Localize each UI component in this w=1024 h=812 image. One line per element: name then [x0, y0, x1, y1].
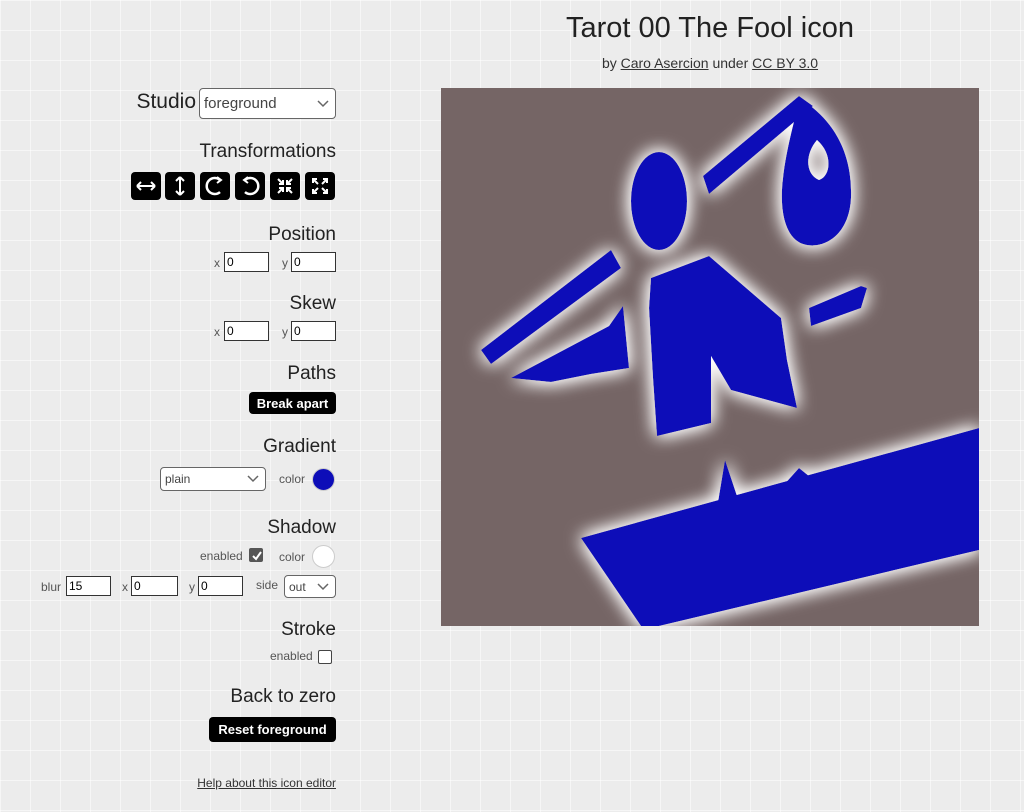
blur-label: blur	[41, 580, 62, 594]
position-x-label: x	[214, 256, 220, 270]
back-to-zero-label: Back to zero	[230, 686, 336, 707]
flip-horizontal-icon	[136, 181, 156, 191]
skew-label: Skew	[289, 293, 336, 314]
position-x-input[interactable]	[224, 252, 269, 272]
skew-y-label: y	[282, 325, 288, 339]
shadow-enabled-label: enabled	[200, 549, 243, 563]
stroke-label: Stroke	[281, 619, 336, 640]
stroke-enabled-checkbox[interactable]	[318, 650, 332, 664]
rotate-counterclockwise-button[interactable]	[235, 172, 265, 200]
chevron-down-icon	[247, 475, 259, 483]
attribution: by Caro Asercion under CC BY 3.0	[440, 55, 980, 71]
flip-vertical-icon	[175, 176, 185, 196]
position-y-label: y	[282, 256, 288, 270]
skew-x-label: x	[214, 325, 220, 339]
attribution-by: by	[601, 55, 617, 71]
side-label: side	[256, 578, 279, 592]
reset-foreground-button[interactable]: Reset foreground	[209, 717, 336, 742]
gradient-color-swatch[interactable]	[312, 468, 335, 491]
stroke-enabled-label: enabled	[270, 649, 313, 663]
chevron-down-icon	[317, 582, 329, 590]
author-link[interactable]: Caro Asercion	[621, 55, 709, 71]
side-select-value: out	[289, 579, 306, 594]
license-link[interactable]: CC BY 3.0	[752, 55, 818, 71]
gradient-label: Gradient	[263, 436, 336, 457]
rotate-clockwise-button[interactable]	[200, 172, 230, 200]
studio-select-value: foreground	[204, 95, 277, 112]
chevron-down-icon	[317, 99, 329, 107]
skew-x-input[interactable]	[224, 321, 269, 341]
blur-input[interactable]	[66, 576, 111, 596]
flip-horizontal-button[interactable]	[131, 172, 161, 200]
studio-label: Studio	[136, 90, 196, 113]
side-select[interactable]: out	[284, 575, 336, 598]
position-y-input[interactable]	[291, 252, 336, 272]
rotate-clockwise-icon	[205, 176, 223, 196]
shadow-color-swatch[interactable]	[312, 545, 335, 568]
shadow-x-label: x	[122, 580, 128, 594]
shadow-y-label: y	[189, 580, 195, 594]
break-apart-button[interactable]: Break apart	[249, 392, 336, 414]
gradient-color-label: color	[279, 472, 306, 486]
shadow-enabled-checkbox[interactable]	[249, 548, 263, 562]
gradient-select[interactable]: plain	[160, 467, 266, 491]
shadow-x-input[interactable]	[131, 576, 178, 596]
shrink-button[interactable]	[270, 172, 300, 200]
shrink-icon	[277, 178, 293, 194]
attribution-under: under	[712, 55, 749, 71]
page-title: Tarot 00 The Fool icon	[565, 12, 855, 44]
studio-select[interactable]: foreground	[199, 88, 336, 119]
expand-button[interactable]	[305, 172, 335, 200]
shadow-y-input[interactable]	[198, 576, 243, 596]
shadow-color-label: color	[279, 550, 306, 564]
gradient-select-value: plain	[165, 472, 191, 486]
icon-preview	[441, 88, 979, 626]
tarot-fool-icon	[441, 88, 979, 626]
position-label: Position	[268, 224, 336, 245]
skew-y-input[interactable]	[291, 321, 336, 341]
checkmark-icon	[252, 551, 262, 561]
rotate-counterclockwise-icon	[242, 176, 260, 196]
paths-label: Paths	[287, 363, 336, 384]
shadow-label: Shadow	[267, 517, 336, 538]
transformations-label: Transformations	[199, 141, 336, 162]
flip-vertical-button[interactable]	[165, 172, 195, 200]
expand-icon	[312, 178, 328, 194]
help-link[interactable]: Help about this icon editor	[150, 776, 336, 790]
